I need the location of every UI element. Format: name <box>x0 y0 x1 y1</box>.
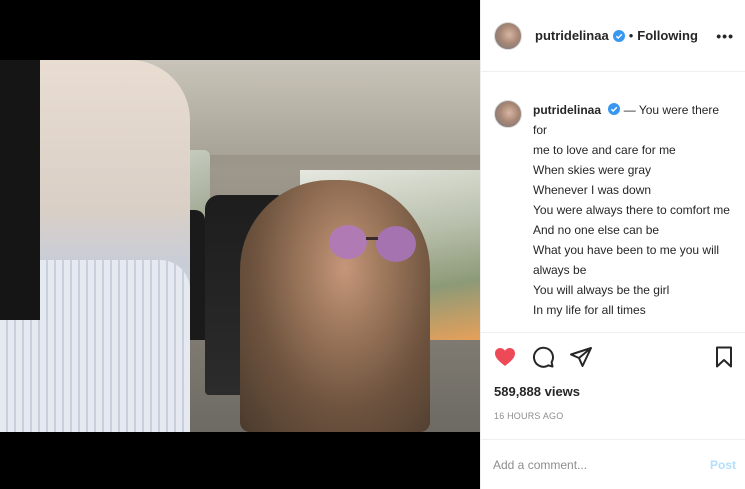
comment-input[interactable] <box>493 458 710 472</box>
caption-line: In my life for all times <box>533 303 646 317</box>
caption-line: You will always be the girl <box>533 283 670 297</box>
avatar[interactable] <box>494 21 522 50</box>
share-icon[interactable] <box>569 345 593 369</box>
post-comment-button[interactable]: Post <box>710 458 736 472</box>
action-icons <box>493 345 593 369</box>
sunglasses <box>329 225 416 262</box>
header-text: putridelinaa • Following <box>535 28 698 43</box>
caption-line: And no one else can be <box>533 223 660 237</box>
verified-badge-icon <box>608 103 621 115</box>
bookmark-icon[interactable] <box>712 345 736 369</box>
post-actions: 589,888 views 16 HOURS AGO Post <box>481 332 745 489</box>
more-options-icon[interactable]: ••• <box>716 28 734 44</box>
person-left <box>0 60 190 432</box>
caption-line: You were always there to comfort me <box>533 203 730 217</box>
caption-username-link[interactable]: putridelinaa <box>533 103 601 117</box>
verified-badge-icon <box>612 29 625 42</box>
heart-icon[interactable] <box>493 345 517 369</box>
view-count[interactable]: 589,888 views <box>494 384 580 399</box>
video-player[interactable] <box>0 0 480 489</box>
post-header: putridelinaa • Following ••• <box>481 0 745 72</box>
comment-box: Post <box>481 439 745 489</box>
caption-line: me to love and care for me <box>533 143 676 157</box>
comment-icon[interactable] <box>531 345 555 369</box>
caption-avatar[interactable] <box>494 100 522 128</box>
post-sidebar: putridelinaa • Following ••• putridelina… <box>480 0 745 489</box>
caption-line: Whenever I was down <box>533 183 652 197</box>
caption-line: always be <box>533 263 587 277</box>
timestamp[interactable]: 16 HOURS AGO <box>494 411 563 421</box>
username-link[interactable]: putridelinaa <box>535 28 609 43</box>
separator-dot: • <box>628 28 634 43</box>
person-right <box>240 180 430 432</box>
video-frame[interactable] <box>0 60 480 432</box>
caption-line: When skies were gray <box>533 163 652 177</box>
caption-area: putridelinaa — You were there for me to … <box>481 72 745 332</box>
caption-text: putridelinaa — You were there for me to … <box>533 100 733 332</box>
person-left-hair <box>0 60 40 320</box>
following-button[interactable]: Following <box>637 28 698 43</box>
caption-line: What you have been to me you will <box>533 243 720 257</box>
